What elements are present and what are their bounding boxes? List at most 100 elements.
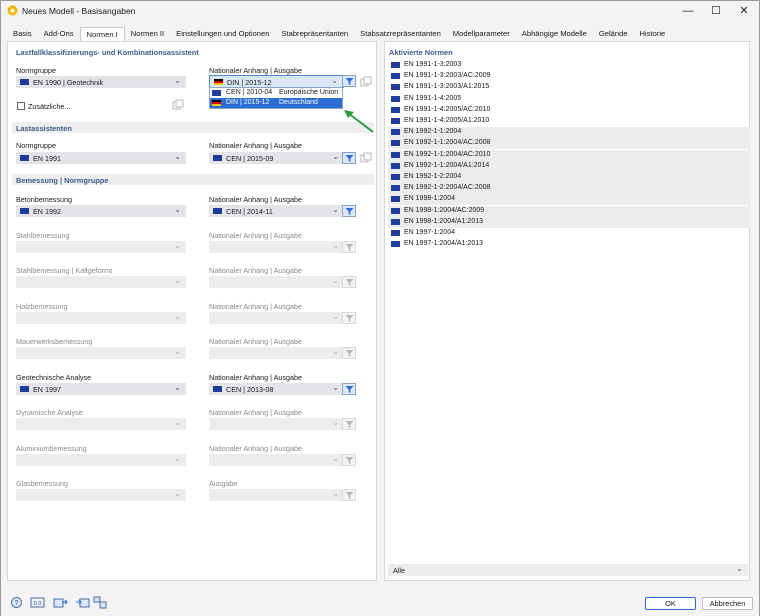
edit-icon[interactable] [172, 99, 186, 111]
bemessung-anhang-select[interactable]: ⌄ [209, 454, 344, 466]
units-icon[interactable]: 0.0 [30, 596, 45, 609]
bemessung-anhang-select[interactable]: CEN | 2014-11 ⌄ [209, 205, 344, 217]
norm-text: EN 1991-1-3:2003/AC:2009 [404, 72, 491, 80]
bemessung-normgruppe-select[interactable]: EN 1997 ⌄ [16, 383, 186, 395]
norm-list-item[interactable]: EN 1991-1-4:2005/A1:2010 [388, 116, 750, 127]
copy-icon[interactable] [360, 152, 374, 164]
norm-list-item[interactable]: EN 1992-1-2:2004/AC:2008 [388, 183, 750, 195]
ok-button[interactable]: OK [645, 597, 696, 610]
norm-list-item[interactable]: EN 1992-1-1:2004/A1:2014 [388, 160, 750, 172]
chevron-down-icon: ⌄ [332, 241, 339, 250]
filter-button[interactable] [342, 205, 356, 217]
bemessung-normgruppe-select[interactable]: ⌄ [16, 312, 186, 324]
filter-button[interactable] [342, 152, 356, 164]
filter-button[interactable] [342, 347, 356, 359]
norm-text: EN 1991-1-3:2003 [404, 61, 462, 68]
tab-historie[interactable]: Historie [633, 27, 672, 41]
norm-list-item[interactable]: EN 1992-1-1:2004/AC:2008 [388, 138, 750, 150]
bemessung-anhang-select[interactable]: ⌄ [209, 241, 344, 253]
cancel-button[interactable]: Abbrechen [702, 597, 753, 610]
filter-button[interactable] [342, 418, 356, 430]
svg-text:?: ? [15, 600, 19, 607]
norm-list-item[interactable]: EN 1992-1-1:2004 [388, 127, 750, 139]
tab-modellparameter[interactable]: Modellparameter [446, 27, 516, 41]
bemessung-normgruppe-select[interactable]: ⌄ [16, 276, 186, 288]
minimize-button[interactable]: — [675, 3, 701, 19]
bemessung-normgruppe-select[interactable]: ⌄ [16, 347, 186, 359]
norm-list-item[interactable]: EN 1991-1-4:2005 [388, 94, 750, 105]
tab-abhaengige-modelle[interactable]: Abhängige Modelle [515, 27, 593, 41]
filter-button[interactable] [342, 276, 356, 288]
zusaetzliche-checkbox[interactable] [17, 102, 25, 110]
tab-normen-i[interactable]: Normen I [79, 27, 125, 42]
tab-stabsatzrepraesentanten[interactable]: Stabsatzrepräsentanten [354, 27, 447, 41]
norm-list-item[interactable]: EN 1992-1-2:2004 [388, 172, 750, 183]
norm-list-item[interactable]: EN 1998-1:2004/A1:2013 [388, 216, 750, 228]
eu-flag-icon [20, 155, 29, 161]
filter-button[interactable] [342, 75, 356, 87]
norm-list-item[interactable]: EN 1998-1:2004 [388, 194, 750, 206]
la-anhang-select[interactable]: CEN | 2015-09 ⌄ [209, 152, 344, 164]
close-button[interactable]: ✕ [731, 3, 757, 19]
help-icon[interactable]: ? [9, 596, 24, 609]
tab-add-ons[interactable]: Add-Ons [37, 27, 80, 41]
norm-list-item[interactable]: EN 1991-1-3:2003 [388, 60, 750, 71]
bemessung-anhang-select[interactable]: ⌄ [209, 489, 344, 501]
filter-button[interactable] [342, 383, 356, 395]
maximize-button[interactable]: ☐ [703, 3, 729, 19]
filter-button[interactable] [342, 454, 356, 466]
chevron-down-icon: ⌄ [174, 347, 181, 356]
norm-list-item[interactable]: EN 1997-1:2004 [388, 228, 750, 239]
filter-button[interactable] [342, 312, 356, 324]
copy-icon[interactable] [360, 76, 374, 88]
tab-gelaende[interactable]: Gelände [592, 27, 634, 41]
title-bar: Neues Modell - Basisangaben — ☐ ✕ [1, 1, 759, 21]
tab-basis[interactable]: Basis [7, 27, 38, 41]
aktivierte-normen-title: Aktivierte Normen [389, 48, 453, 57]
chevron-down-icon: ⌄ [332, 454, 339, 463]
filter-button[interactable] [342, 489, 356, 501]
eu-flag-icon [391, 95, 400, 102]
norm-list-item[interactable]: EN 1991-1-4:2005/AC:2010 [388, 105, 750, 116]
export-icon[interactable] [75, 596, 90, 609]
bemessung-label: Mauerwerksbemessung [16, 337, 93, 346]
norm-list-item[interactable]: EN 1997-1:2004/A1:2013 [388, 239, 750, 250]
tab-einstellungen[interactable]: Einstellungen und Optionen [170, 27, 276, 41]
bemessung-anhang-select[interactable]: ⌄ [209, 418, 344, 430]
chevron-down-icon: ⌄ [174, 241, 181, 250]
normgruppe-select[interactable]: EN 1990 | Geotechnik ⌄ [16, 76, 186, 88]
norm-list-item[interactable]: EN 1992-1-1:2004/AC:2010 [388, 149, 750, 161]
bemessung-anhang-select[interactable]: CEN | 2013-08 ⌄ [209, 383, 344, 395]
tab-normen-ii[interactable]: Normen II [124, 27, 171, 41]
eu-flag-icon [391, 129, 400, 136]
bemessung-anhang-label: Nationaler Anhang | Ausgabe [209, 302, 302, 311]
norm-filter-select[interactable]: Alle ⌄ [388, 564, 748, 576]
tab-stabrepraesentanten[interactable]: Stabrepräsentanten [275, 27, 355, 41]
import-icon[interactable] [53, 596, 68, 609]
bemessung-normgruppe-select[interactable]: ⌄ [16, 454, 186, 466]
bemessung-normgruppe-select[interactable]: ⌄ [16, 241, 186, 253]
bemessung-normgruppe-value: EN 1997 [33, 385, 61, 394]
chevron-down-icon: ⌄ [332, 383, 339, 392]
norm-list-item[interactable]: EN 1991-1-3:2003/AC:2009 [388, 71, 750, 82]
bemessung-normgruppe-select[interactable]: ⌄ [16, 418, 186, 430]
norm-text: EN 1992-1-2:2004/AC:2008 [404, 184, 491, 192]
section-title-load: Lastfallklassifizierungs- und Kombinatio… [16, 48, 199, 57]
bemessung-normgruppe-select[interactable]: ⌄ [16, 489, 186, 501]
bemessung-anhang-select[interactable]: ⌄ [209, 276, 344, 288]
bemessung-normgruppe-select[interactable]: EN 1992 ⌄ [16, 205, 186, 217]
dropdown-option-cen[interactable]: CEN | 2010-04 Europäische Union [210, 88, 342, 98]
dropdown-option-din[interactable]: DIN | 2015-12 Deutschland [210, 98, 342, 108]
filter-button[interactable] [342, 241, 356, 253]
chevron-down-icon: ⌄ [332, 347, 339, 356]
eu-flag-icon [20, 79, 29, 85]
la-normgruppe-select[interactable]: EN 1991 ⌄ [16, 152, 186, 164]
bemessung-anhang-select[interactable]: ⌄ [209, 347, 344, 359]
norm-text: EN 1991-1-4:2005 [404, 94, 462, 102]
chevron-down-icon: ⌄ [174, 418, 181, 427]
settings-icon[interactable] [93, 596, 108, 609]
norm-list-item[interactable]: EN 1991-1-3:2003/A1:2015 [388, 82, 750, 93]
bemessung-anhang-select[interactable]: ⌄ [209, 312, 344, 324]
norm-list-item[interactable]: EN 1998-1:2004/AC:2009 [388, 205, 750, 217]
anhang-label: Nationaler Anhang | Ausgabe [209, 66, 302, 75]
